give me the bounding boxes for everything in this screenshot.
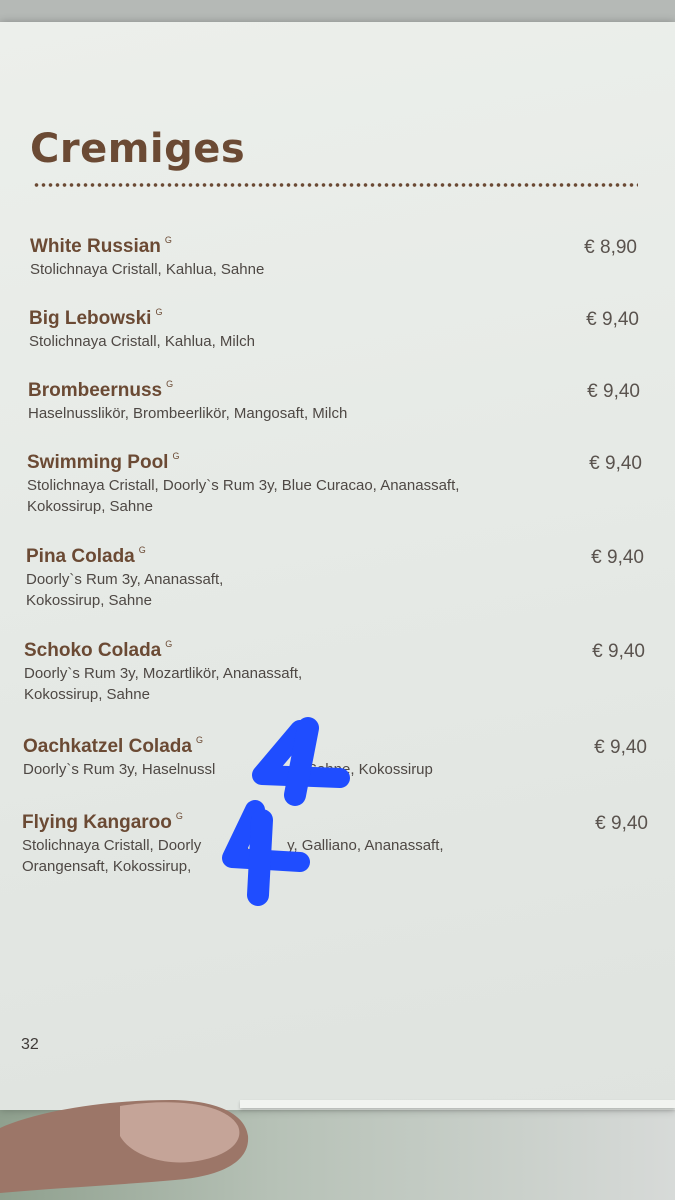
- item-description: Stolichnaya Cristall, Kahlua, Milch: [29, 331, 639, 352]
- item-description: Doorly`s Rum 3y, Ananassaft, Kokossirup,…: [26, 569, 644, 611]
- item-badge: G: [195, 735, 203, 745]
- section-title: Cremiges: [30, 126, 246, 172]
- menu-page: Cremiges White Russian G Stolichnaya Cris…: [0, 22, 675, 1110]
- item-name: White Russian: [30, 236, 161, 257]
- item-name: Schoko Colada: [24, 640, 162, 661]
- item-description-line: Doorly`s Rum 3y, Haselnussl t, Sahne, Ko…: [23, 761, 433, 778]
- item-price: € 9,40: [589, 453, 642, 474]
- item-price: € 9,40: [587, 381, 640, 402]
- item-badge: G: [175, 811, 183, 821]
- item-description: Doorly`s Rum 3y, Haselnussl t, Sahne, Ko…: [23, 759, 647, 780]
- item-name: Big Lebowski: [29, 308, 152, 329]
- item-name: Pina Colada: [26, 546, 135, 567]
- item-description-line: Kokossirup, Sahne: [27, 498, 153, 515]
- item-badge: G: [138, 545, 146, 555]
- item-price: € 9,40: [592, 641, 645, 662]
- item-badge: G: [172, 451, 180, 461]
- item-description-line: Stolichnaya Cristall, Kahlua, Milch: [29, 333, 255, 350]
- item-description-line: Stolichnaya Cristall, Doorly Rum y, Gall…: [22, 837, 444, 854]
- item-description-line: Haselnusslikör, Brombeerlikör, Mangosaft…: [28, 405, 348, 422]
- menu-item: Schoko Colada G Doorly`s Rum 3y, Mozartli…: [24, 639, 645, 705]
- item-description: Stolichnaya Cristall, Doorly`s Rum 3y, B…: [27, 475, 642, 517]
- menu-item: White Russian G Stolichnaya Cristall, Kah…: [30, 235, 637, 280]
- item-description-line: Doorly`s Rum 3y, Mozartlikör, Ananassaft…: [24, 665, 303, 682]
- menu-item: Big Lebowski G Stolichnaya Cristall, Kahl…: [29, 307, 639, 352]
- item-description-line: Stolichnaya Cristall, Doorly`s Rum 3y, B…: [27, 477, 460, 494]
- item-description: Haselnusslikör, Brombeerlikör, Mangosaft…: [28, 403, 640, 424]
- item-badge: G: [166, 379, 174, 389]
- item-price: € 9,40: [595, 813, 648, 834]
- page-number: 32: [21, 1036, 39, 1053]
- item-badge: G: [165, 639, 173, 649]
- item-price: € 9,40: [591, 547, 644, 568]
- item-description-line: Orangensaft, Kokossirup,: [22, 858, 192, 875]
- item-description-line: Stolichnaya Cristall, Kahlua, Sahne: [30, 261, 265, 278]
- item-price: € 9,40: [586, 309, 639, 330]
- item-description: Doorly`s Rum 3y, Mozartlikör, Ananassaft…: [24, 663, 645, 705]
- item-badge: G: [164, 235, 172, 245]
- item-description-line: Kokossirup, Sahne: [24, 686, 150, 703]
- item-name: Brombeernuss: [28, 380, 163, 401]
- menu-item: Swimming Pool G Stolichnaya Cristall, Doo…: [27, 451, 642, 517]
- item-badge: G: [155, 307, 163, 317]
- item-description: Stolichnaya Cristall, Doorly Rum y, Gall…: [22, 835, 648, 877]
- menu-item: Pina Colada G Doorly`s Rum 3y, Ananassaft…: [26, 545, 644, 611]
- menu-item: Brombeernuss G Haselnusslikör, Brombeerli…: [28, 379, 640, 424]
- dotted-divider: [33, 182, 638, 188]
- item-description-line: Kokossirup, Sahne: [26, 592, 152, 609]
- item-price: € 9,40: [594, 737, 647, 758]
- menu-item: Flying Kangaroo G Stolichnaya Cristall, D…: [22, 811, 648, 877]
- menu-item: Oachkatzel Colada G Doorly`s Rum 3y, Hase…: [23, 735, 647, 780]
- item-name: Swimming Pool: [27, 452, 169, 473]
- item-price: € 8,90: [584, 237, 637, 258]
- item-description-line: Doorly`s Rum 3y, Ananassaft,: [26, 571, 224, 588]
- item-description: Stolichnaya Cristall, Kahlua, Sahne: [30, 259, 637, 280]
- thumb-photo: [0, 1100, 249, 1193]
- item-name: Flying Kangaroo: [22, 812, 172, 833]
- item-name: Oachkatzel Colada: [23, 736, 192, 757]
